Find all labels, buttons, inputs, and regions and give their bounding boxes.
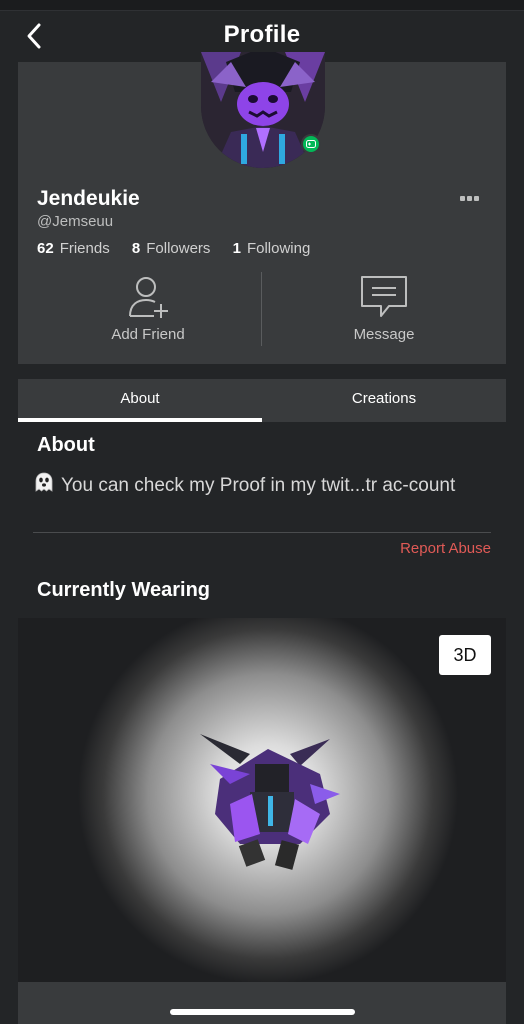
about-text: You can check my Proof in my twit...tr a… bbox=[61, 475, 456, 496]
bottom-panel bbox=[18, 982, 506, 1024]
profile-card: Jendeukie @Jemseuu 62 Friends 8 Followers … bbox=[18, 52, 506, 364]
following-label: Following bbox=[246, 240, 311, 257]
friends-count: 62 bbox=[37, 240, 54, 257]
currently-wearing-heading: Currently Wearing bbox=[37, 579, 210, 601]
toggle-3d-button[interactable]: 3D bbox=[439, 635, 491, 675]
ellipsis-icon[interactable] bbox=[460, 188, 484, 201]
username: @Jemseuu bbox=[37, 213, 114, 230]
following-count: 1 bbox=[232, 240, 241, 257]
stats-row: 62 Friends 8 Followers 1 Following bbox=[37, 240, 328, 257]
about-description: You can check my Proof in my twit...tr a… bbox=[33, 471, 493, 496]
followers-label: Followers bbox=[146, 240, 211, 257]
followers-count: 8 bbox=[131, 240, 141, 257]
home-indicator[interactable] bbox=[170, 1009, 355, 1015]
profile-tabs: About Creations bbox=[18, 379, 506, 422]
message-icon bbox=[361, 276, 407, 317]
profile-actions: Add Friend Message bbox=[18, 272, 506, 352]
ghost-emoji-icon bbox=[35, 472, 53, 492]
message-button[interactable]: Message bbox=[262, 272, 506, 352]
avatar-figure bbox=[200, 734, 340, 870]
gamepad-icon bbox=[306, 140, 316, 148]
message-label: Message bbox=[353, 326, 415, 343]
tab-creations[interactable]: Creations bbox=[262, 379, 506, 422]
following-stat[interactable]: 1 Following bbox=[233, 240, 329, 257]
about-heading: About bbox=[37, 434, 95, 456]
add-friend-button[interactable]: Add Friend bbox=[26, 272, 270, 352]
online-status-badge bbox=[301, 134, 321, 154]
display-name: Jendeukie bbox=[37, 187, 140, 210]
about-divider bbox=[33, 532, 491, 533]
page-title: Profile bbox=[223, 21, 301, 48]
friends-label: Friends bbox=[59, 240, 110, 257]
avatar-viewer[interactable]: 3D bbox=[18, 618, 506, 982]
report-abuse-link[interactable]: Report Abuse bbox=[400, 540, 491, 557]
add-friend-icon bbox=[129, 277, 168, 318]
avatar-container bbox=[201, 52, 325, 168]
add-friend-label: Add Friend bbox=[111, 326, 185, 343]
status-bar bbox=[0, 0, 524, 11]
friends-stat[interactable]: 62 Friends bbox=[37, 240, 128, 257]
tab-about[interactable]: About bbox=[18, 379, 262, 422]
followers-stat[interactable]: 8 Followers bbox=[132, 240, 229, 257]
